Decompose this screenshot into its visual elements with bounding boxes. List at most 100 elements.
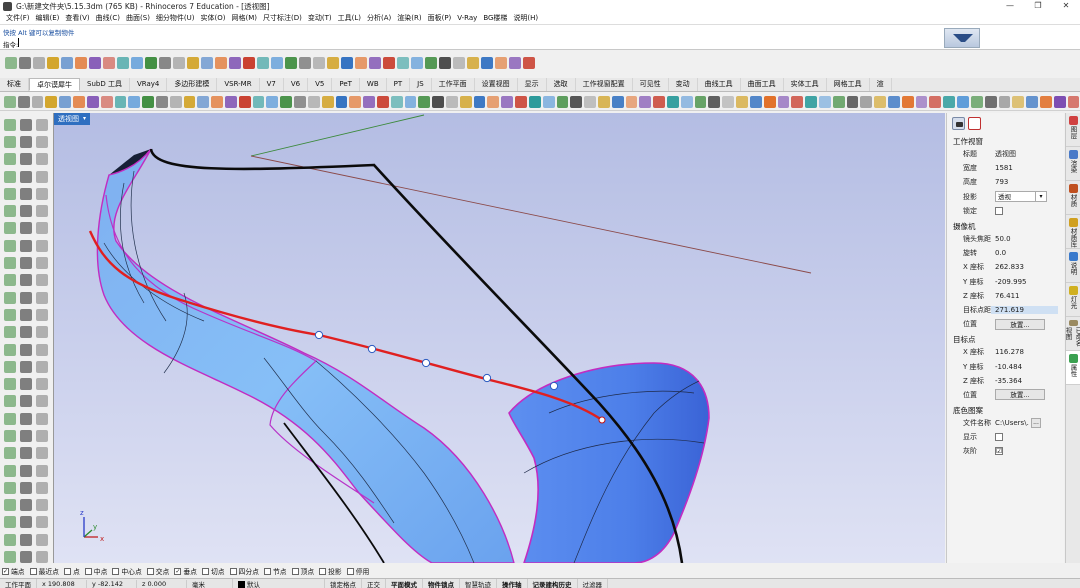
snap-icon[interactable] bbox=[114, 95, 127, 108]
tab-7[interactable]: V6 bbox=[284, 78, 309, 91]
mesh-icon[interactable] bbox=[625, 95, 638, 108]
value-lens[interactable]: 50.0 bbox=[991, 235, 1064, 243]
shape-icon[interactable] bbox=[20, 118, 32, 131]
surface-icon[interactable] bbox=[187, 57, 199, 69]
osnap-checkbox[interactable] bbox=[346, 567, 354, 575]
osnap-item-0[interactable]: ✓ 端点 bbox=[2, 566, 25, 576]
tool-icon[interactable] bbox=[4, 135, 16, 148]
tab-18[interactable]: 可见性 bbox=[633, 78, 669, 91]
value-camera-z[interactable]: 76.411 bbox=[991, 292, 1064, 300]
solid-icon[interactable] bbox=[341, 57, 353, 69]
surface-icon[interactable] bbox=[874, 95, 886, 108]
curve-icon[interactable] bbox=[36, 118, 48, 131]
curve-icon[interactable] bbox=[173, 57, 185, 69]
menu-edit[interactable]: 编辑(E) bbox=[33, 13, 63, 23]
shape-icon[interactable] bbox=[159, 57, 171, 69]
vtab-3[interactable]: 材质库 bbox=[1066, 215, 1080, 249]
tab-22[interactable]: 实体工具 bbox=[784, 78, 827, 91]
curve-icon[interactable] bbox=[36, 326, 48, 339]
value-target-y[interactable]: -10.484 bbox=[991, 363, 1064, 371]
vtab-0[interactable]: 图层 bbox=[1066, 113, 1080, 147]
vtab-2[interactable]: 材质 bbox=[1066, 181, 1080, 215]
curve-icon[interactable] bbox=[722, 95, 735, 108]
curve-icon[interactable] bbox=[453, 57, 465, 69]
tool-icon[interactable] bbox=[4, 447, 16, 460]
tab-6[interactable]: V7 bbox=[260, 78, 284, 91]
tool-icon[interactable] bbox=[4, 291, 16, 304]
osnap-checkbox[interactable]: ✓ bbox=[2, 567, 9, 575]
transform-icon[interactable] bbox=[131, 57, 143, 69]
solid-icon[interactable] bbox=[201, 57, 213, 69]
tool-icon[interactable] bbox=[4, 326, 16, 339]
transform-icon[interactable] bbox=[266, 95, 279, 108]
curve-icon[interactable] bbox=[36, 135, 48, 148]
surface-icon[interactable] bbox=[597, 95, 610, 108]
osnap-item-7[interactable]: 切点 bbox=[201, 566, 225, 576]
shape-icon[interactable] bbox=[20, 187, 32, 200]
shape-icon[interactable] bbox=[20, 239, 32, 252]
transform-icon[interactable] bbox=[957, 95, 969, 108]
viewport-properties-icon[interactable] bbox=[952, 116, 965, 130]
surface-icon[interactable] bbox=[183, 95, 196, 108]
tool-icon[interactable] bbox=[425, 57, 437, 69]
snap-icon[interactable] bbox=[390, 95, 403, 108]
curve-icon[interactable] bbox=[33, 57, 45, 69]
curve-icon[interactable] bbox=[998, 95, 1011, 108]
value-camera-x[interactable]: 262.833 bbox=[991, 263, 1064, 271]
status-ortho[interactable]: 正交 bbox=[362, 579, 386, 588]
tool-icon[interactable] bbox=[694, 95, 707, 108]
osnap-item-12[interactable]: 停用 bbox=[346, 566, 369, 576]
menu-dimension[interactable]: 尺寸标注(D) bbox=[260, 13, 305, 23]
status-planar[interactable]: 平面模式 bbox=[386, 579, 423, 588]
surface-icon[interactable] bbox=[321, 95, 334, 108]
osnap-checkbox[interactable] bbox=[201, 567, 209, 575]
status-osnap[interactable]: 物件锁点 bbox=[423, 579, 460, 588]
value-target-distance[interactable]: 271.619 bbox=[991, 305, 1058, 314]
osnap-item-10[interactable]: 顶点 bbox=[291, 566, 314, 576]
render-icon[interactable] bbox=[89, 57, 101, 69]
tool-icon[interactable] bbox=[4, 153, 16, 166]
mesh-icon[interactable] bbox=[215, 57, 227, 69]
status-filter[interactable]: 过滤器 bbox=[578, 579, 608, 588]
shape-icon[interactable] bbox=[20, 551, 32, 564]
curve-icon[interactable] bbox=[36, 257, 48, 270]
chevron-down-icon[interactable]: ▾ bbox=[1035, 191, 1046, 203]
control-point[interactable] bbox=[549, 381, 559, 391]
grayscale-checkbox[interactable]: ☑ bbox=[995, 447, 1003, 456]
tool-icon[interactable] bbox=[145, 57, 157, 69]
surface-icon[interactable] bbox=[1012, 95, 1025, 108]
tool-icon[interactable] bbox=[4, 360, 16, 373]
curve-icon[interactable] bbox=[36, 499, 48, 512]
tool-icon[interactable] bbox=[418, 95, 431, 108]
control-point[interactable] bbox=[314, 330, 324, 340]
shape-icon[interactable] bbox=[20, 257, 32, 270]
value-rotation[interactable]: 0.0 bbox=[991, 249, 1064, 257]
status-grid-snap[interactable]: 锁定格点 bbox=[325, 579, 362, 588]
tab-20[interactable]: 曲线工具 bbox=[698, 78, 741, 91]
shape-icon[interactable] bbox=[20, 360, 32, 373]
tab-21[interactable]: 曲面工具 bbox=[741, 78, 784, 91]
menu-view[interactable]: 查看(V) bbox=[62, 13, 92, 23]
mesh-icon[interactable] bbox=[355, 57, 367, 69]
menu-bg-stairs[interactable]: BG楼梯 bbox=[480, 13, 510, 23]
snap-icon[interactable] bbox=[117, 57, 129, 69]
transform-icon[interactable] bbox=[271, 57, 283, 69]
view-icon[interactable] bbox=[383, 57, 395, 69]
shape-icon[interactable] bbox=[20, 170, 32, 183]
curve-icon[interactable] bbox=[36, 187, 48, 200]
minimize-button[interactable]: — bbox=[996, 0, 1024, 12]
lock-checkbox[interactable] bbox=[995, 206, 1003, 215]
snap-icon[interactable] bbox=[252, 95, 265, 108]
osnap-checkbox[interactable] bbox=[291, 567, 299, 575]
shape-icon[interactable] bbox=[20, 291, 32, 304]
status-layer[interactable]: 默认 bbox=[233, 579, 325, 588]
shape-icon[interactable] bbox=[20, 516, 32, 529]
solid-icon[interactable] bbox=[749, 95, 762, 108]
solid-icon[interactable] bbox=[1026, 95, 1038, 108]
render-icon[interactable] bbox=[1053, 95, 1066, 108]
tool-icon[interactable] bbox=[4, 257, 16, 270]
render-icon[interactable] bbox=[363, 95, 375, 108]
osnap-checkbox[interactable] bbox=[84, 567, 92, 575]
tool-icon[interactable] bbox=[4, 429, 16, 442]
shape-icon[interactable] bbox=[984, 95, 997, 108]
